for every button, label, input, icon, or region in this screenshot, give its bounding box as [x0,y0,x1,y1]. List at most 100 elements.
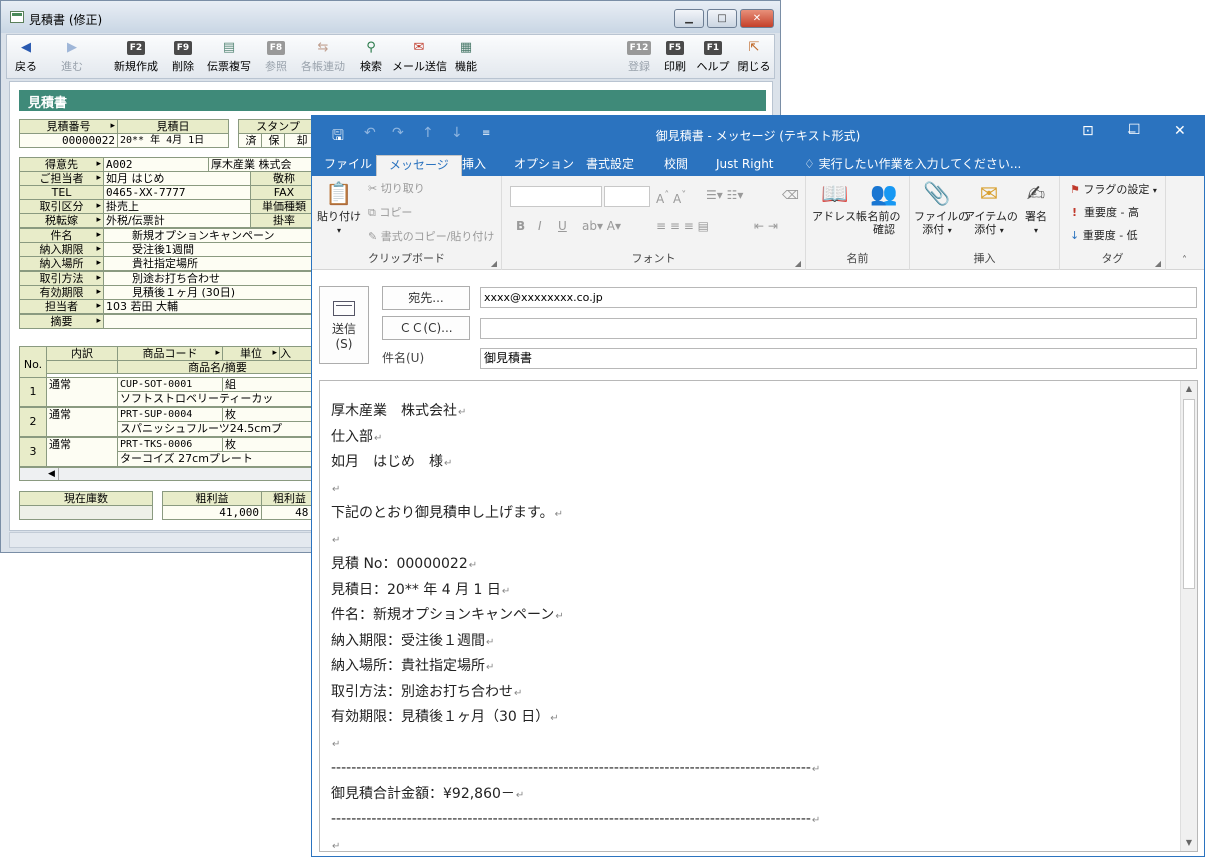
tab-options[interactable]: オプション [508,155,580,176]
bullets-icon[interactable]: ☰▾ ☷▾ [706,189,743,202]
tags-launcher-icon[interactable]: ◢ [1155,259,1161,268]
help-button[interactable]: F1 ヘルプ [696,37,730,77]
clipboard-launcher-icon[interactable]: ◢ [491,259,497,268]
stamp-hold[interactable]: 保 [261,133,285,148]
bold-icon[interactable]: B [516,220,525,233]
row-2-kind[interactable]: 通常 [46,407,118,437]
memo-field[interactable] [103,314,318,329]
row-2-code[interactable]: PRT-SUP-0004 [117,407,223,422]
back-button[interactable]: ◀ 戻る [11,37,41,77]
close-icon[interactable]: ✕ [1174,123,1186,139]
place-field[interactable]: 貴社指定場所 [103,256,318,271]
highlight-icon[interactable]: ab▾ A▾ [582,220,621,233]
contact-field[interactable]: 如月 はじめ [103,171,251,186]
profit-label: 粗利益 [162,491,262,506]
method-field[interactable]: 別途お打ち合わせ [103,271,318,286]
body-text[interactable]: 厚木産業 株式会社↵ 仕入部↵ 如月 はじめ 様↵ ↵ 下記のとおり御見積申し上げます。… [331,399,1176,851]
address-book-button[interactable]: 📖 アドレス帳 [812,182,867,223]
cc-button[interactable]: ＣＣ(C)... [382,316,470,340]
subject-input[interactable]: 御見積書 [480,348,1197,369]
row-3-code[interactable]: PRT-TKS-0006 [117,437,223,452]
scroll-left-icon[interactable]: ◀ [48,468,59,480]
row-1-name[interactable]: ソフトストロベリーティーカッ [117,391,318,407]
paste-button[interactable]: 📋 貼り付け ▾ [317,182,361,237]
subject-field[interactable]: 新規オプションキャンペーン [103,228,318,243]
scroll-thumb[interactable] [1183,399,1195,589]
tel-field[interactable]: 0465-XX-7777 [103,185,251,200]
attach-file-button[interactable]: 📎 ファイルの 添付 ▾ [914,182,969,237]
close-form-button[interactable]: ⇱ 閉じる [736,37,772,77]
underline-icon[interactable]: U [558,220,567,233]
collapse-ribbon-icon[interactable]: ˄ [1182,254,1187,267]
importance-low-button[interactable]: ↓ 重要度 - 低 [1070,229,1138,242]
txn-field[interactable]: 掛売上 [103,199,251,214]
format-painter-button[interactable]: ✎ 書式のコピー/貼り付け [368,230,494,243]
close-button[interactable]: ✕ [740,9,774,28]
grow-font-icon[interactable]: A˄ A˅ [656,189,686,206]
function-button[interactable]: ▦ 機能 [451,37,481,77]
signature-button[interactable]: ✍ 署名 ▾ [1018,182,1054,237]
customer-code-field[interactable]: A002 [103,157,209,172]
row-3-kind[interactable]: 通常 [46,437,118,467]
row-2-unit[interactable]: 枚 [222,407,318,422]
scroll-down-icon[interactable]: ▼ [1181,835,1197,851]
ribbon-display-icon[interactable]: ⊡ [1082,123,1094,139]
font-size-dropdown[interactable] [604,186,650,207]
forward-button[interactable]: ▶ 進む [55,37,89,77]
cut-button[interactable]: ✂ 切り取り [368,182,425,195]
row-2-name[interactable]: スパニッシュフルーツ24.5cmプ [117,421,318,437]
check-names-button[interactable]: 👥 名前の 確認 [862,182,906,236]
tab-format[interactable]: 書式設定 [580,155,640,176]
estimate-date-field[interactable]: 20** 年 4月 1日 [117,133,229,148]
tab-justright[interactable]: Just Right [710,155,780,176]
send-button[interactable]: 送信 (S) [319,286,369,364]
tab-review[interactable]: 校閲 [658,155,694,176]
tax-field[interactable]: 外税/伝票計 [103,213,251,228]
align-icons[interactable]: ≡ ≡ ≡ ▤ [656,220,709,233]
row-1-unit[interactable]: 組 [222,377,318,392]
scroll-up-icon[interactable]: ▲ [1181,381,1197,397]
minimize-button[interactable]: ▁ [674,9,704,28]
to-field[interactable]: xxxx@xxxxxxxx.co.jp [480,287,1197,308]
to-button[interactable]: 宛先... [382,286,470,310]
estimate-no-field[interactable]: 00000022 [19,133,118,148]
tell-me-box[interactable]: ♢ 実行したい作業を入力してください... [798,155,1027,176]
flag-button[interactable]: ⚑ フラグの設定 ▾ [1070,183,1157,197]
new-button[interactable]: F2 新規作成 [109,37,163,77]
deadline-field[interactable]: 受注後1週間 [103,242,318,257]
font-launcher-icon[interactable]: ◢ [795,259,801,268]
customer-name-field[interactable]: 厚木産業 株式会 [208,157,318,172]
mail-send-button[interactable]: ✉ メール送信 [392,37,447,77]
clear-format-icon[interactable]: ⌫ [782,189,799,202]
delete-button[interactable]: F9 削除 [167,37,199,77]
row-1-code[interactable]: CUP-SOT-0001 [117,377,223,392]
maximize-button[interactable]: □ [707,9,737,28]
font-name-dropdown[interactable] [510,186,602,207]
estimate-date-label: 見積日 [117,119,229,134]
tab-message[interactable]: メッセージ [376,155,462,176]
reference-button[interactable]: F8 参照 [261,37,291,77]
tab-insert[interactable]: 挿入 [456,155,492,176]
register-button[interactable]: F12 登録 [624,37,654,77]
row-3-unit[interactable]: 枚 [222,437,318,452]
row-3-name[interactable]: ターコイズ 27cmプレート [117,451,318,467]
attach-item-button[interactable]: ✉ アイテムの 添付 ▾ [964,182,1018,237]
body-scrollbar[interactable]: ▲ ▼ [1180,381,1197,851]
indent-icons[interactable]: ⇤ ⇥ [754,220,778,233]
restore-icon[interactable]: ☐ [1128,122,1141,138]
tab-file[interactable]: ファイル [318,155,378,176]
copy-slip-button[interactable]: ▤ 伝票複写 [204,37,254,77]
link-button[interactable]: ⇆ 各帳連动 [298,37,348,77]
validity-field[interactable]: 見積後１ヶ月 (30日) [103,285,318,300]
italic-icon[interactable]: I [538,220,542,233]
stamp-done[interactable]: 済 [238,133,262,148]
search-button[interactable]: ⚲ 検索 [356,37,386,77]
cc-field[interactable] [480,318,1197,339]
staff-field[interactable]: 103 若田 大輔 [103,299,318,314]
table-hscrollbar[interactable]: ◀ [19,467,318,481]
print-button[interactable]: F5 印刷 [660,37,690,77]
copy-button[interactable]: ⧉ コピー [368,206,412,219]
message-body[interactable]: 厚木産業 株式会社↵ 仕入部↵ 如月 はじめ 様↵ ↵ 下記のとおり御見積申し上げます。… [319,380,1198,852]
importance-high-button[interactable]: ! 重要度 - 高 [1072,206,1139,219]
row-1-kind[interactable]: 通常 [46,377,118,407]
